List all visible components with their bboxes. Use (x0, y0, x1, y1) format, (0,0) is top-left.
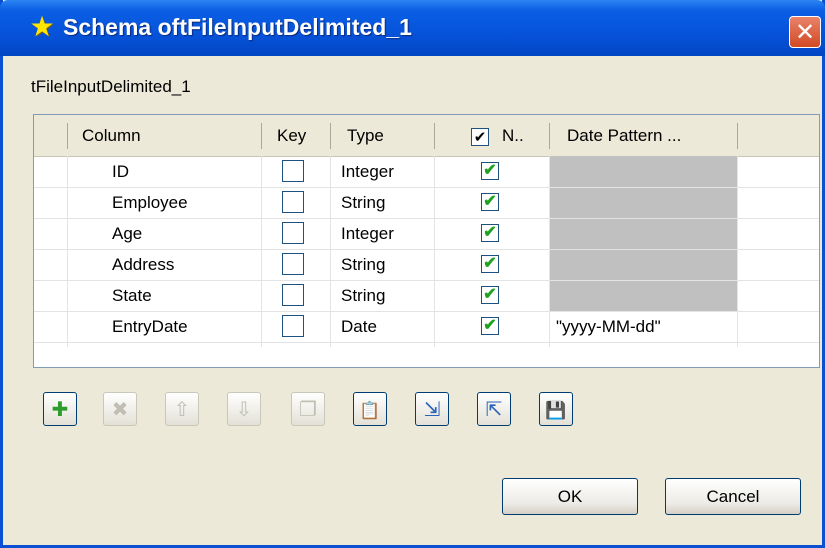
table-row[interactable]: ID Integer ✔ (34, 156, 819, 187)
nullable-checkbox[interactable]: ✔ (481, 162, 499, 180)
header-type[interactable]: Type (347, 115, 384, 156)
schema-table: Column Key Type ✔ N.. Date Pattern ... I… (33, 114, 820, 368)
export-button[interactable]: ⇱ (477, 392, 511, 426)
header-separator (67, 123, 68, 149)
cell-column[interactable]: State (112, 280, 152, 311)
delete-icon: ✖ (111, 397, 129, 421)
header-separator (261, 123, 262, 149)
table-row[interactable]: Address String ✔ (34, 249, 819, 280)
cell-column[interactable]: Employee (112, 187, 188, 218)
cell-date-pattern[interactable]: "yyyy-MM-dd" (556, 311, 661, 342)
move-down-icon: ⇩ (235, 397, 253, 421)
header-nullable[interactable]: N.. (502, 115, 524, 156)
header-separator (549, 123, 550, 149)
table-row[interactable]: Employee String ✔ (34, 187, 819, 218)
schema-dialog: ★ Schema oftFileInputDelimited_1 ✕ tFile… (0, 0, 825, 548)
cell-type[interactable]: Integer (341, 218, 394, 249)
cell-column[interactable]: Age (112, 218, 142, 249)
cell-type[interactable]: String (341, 187, 385, 218)
paste-icon: 📋 (359, 401, 381, 421)
row-divider (34, 342, 819, 343)
move-up-button[interactable]: ⇧ (165, 392, 199, 426)
key-checkbox[interactable] (282, 253, 304, 275)
cell-type[interactable]: Date (341, 311, 377, 342)
key-checkbox[interactable] (282, 315, 304, 337)
nullable-checkbox[interactable]: ✔ (481, 255, 499, 273)
key-checkbox[interactable] (282, 222, 304, 244)
nullable-checkbox[interactable]: ✔ (481, 193, 499, 211)
header-nullable-checkbox[interactable]: ✔ (471, 128, 489, 146)
cell-type[interactable]: Integer (341, 156, 394, 187)
export-icon: ⇱ (485, 397, 503, 421)
cell-type[interactable]: String (341, 280, 385, 311)
header-date-pattern[interactable]: Date Pattern ... (567, 115, 681, 156)
copy-button[interactable]: ❐ (291, 392, 325, 426)
move-down-button[interactable]: ⇩ (227, 392, 261, 426)
header-separator (434, 123, 435, 149)
import-button[interactable]: ⇲ (415, 392, 449, 426)
add-icon: ✚ (51, 397, 69, 421)
header-separator (737, 123, 738, 149)
delete-button[interactable]: ✖ (103, 392, 137, 426)
star-icon: ★ (29, 10, 55, 43)
cell-type[interactable]: String (341, 249, 385, 280)
cell-column[interactable]: EntryDate (112, 311, 188, 342)
key-checkbox[interactable] (282, 284, 304, 306)
key-checkbox[interactable] (282, 191, 304, 213)
cell-column[interactable]: ID (112, 156, 129, 187)
header-separator (330, 123, 331, 149)
key-checkbox[interactable] (282, 160, 304, 182)
copy-icon: ❐ (299, 397, 317, 421)
nullable-checkbox[interactable]: ✔ (481, 317, 499, 335)
window-title: Schema oftFileInputDelimited_1 (63, 14, 412, 40)
add-button[interactable]: ✚ (43, 392, 77, 426)
cell-column[interactable]: Address (112, 249, 174, 280)
close-button[interactable]: ✕ (789, 16, 821, 48)
title-bar[interactable]: ★ Schema oftFileInputDelimited_1 ✕ (0, 0, 825, 56)
cancel-button[interactable]: Cancel (665, 478, 801, 515)
nullable-checkbox[interactable]: ✔ (481, 224, 499, 242)
paste-button[interactable]: 📋 (353, 392, 387, 426)
table-row[interactable]: EntryDate Date ✔ "yyyy-MM-dd" (34, 311, 819, 342)
header-key[interactable]: Key (277, 115, 306, 156)
component-label: tFileInputDelimited_1 (31, 77, 191, 96)
save-icon: 💾 (545, 401, 567, 421)
import-icon: ⇲ (423, 397, 441, 421)
move-up-icon: ⇧ (173, 397, 191, 421)
save-button[interactable]: 💾 (539, 392, 573, 426)
header-column[interactable]: Column (82, 115, 141, 156)
ok-button[interactable]: OK (502, 478, 638, 515)
nullable-checkbox[interactable]: ✔ (481, 286, 499, 304)
table-row[interactable]: Age Integer ✔ (34, 218, 819, 249)
table-header: Column Key Type ✔ N.. Date Pattern ... (34, 115, 819, 157)
table-row[interactable]: State String ✔ (34, 280, 819, 311)
